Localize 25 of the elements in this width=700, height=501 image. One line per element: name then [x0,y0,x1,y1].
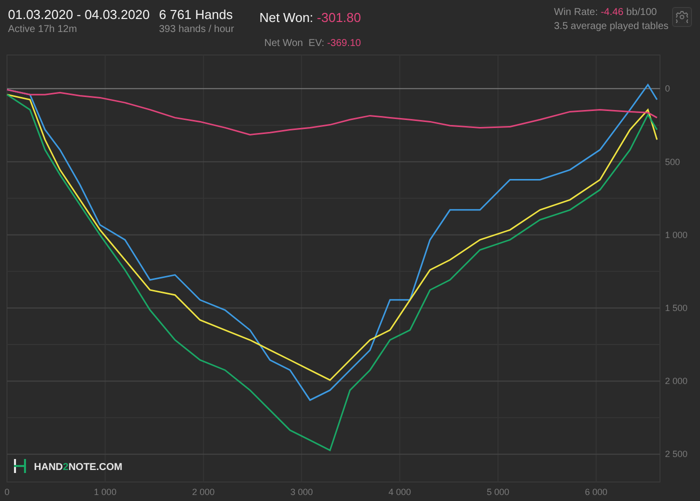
average-tables: 3.5 average played tables [554,20,672,34]
active-time: Active 17h 12m [8,23,78,37]
x-axis-label: 3 000 [290,487,313,497]
y-axis-label: 2 500 [665,449,688,460]
logo-icon [14,459,26,473]
y-axis-label: 1 000 [665,230,688,240]
y-axis-label: 1 500 [665,302,688,313]
x-axis-label: 4 000 [388,487,412,497]
hands-count: 6 761 Hands [159,6,234,23]
settings-button[interactable] [672,7,692,27]
win-rate: Win Rate: -4.46 bb/100 [554,6,658,20]
y-axis-label: 0 [665,84,670,94]
y-axis-label: 500 [665,156,680,167]
x-axis-label: 1 000 [94,487,116,497]
hands-rate: 393 hands / hour [159,23,236,37]
x-axis-label: 6 000 [584,487,608,497]
date-range: 01.03.2020 - 04.03.2020 [8,6,151,23]
net-won-ev: Net Won EV: -369.10 [264,37,361,51]
x-axis-label: 5 000 [486,487,510,497]
y-axis-label: 2 000 [665,376,688,386]
logo-text: HAND2NOTE.COM [34,462,122,473]
net-won: Net Won: -301.80 [259,9,361,26]
x-axis-label: 2 000 [192,487,215,497]
settings-icon [676,11,688,23]
x-axis-label: 0 [4,487,10,497]
